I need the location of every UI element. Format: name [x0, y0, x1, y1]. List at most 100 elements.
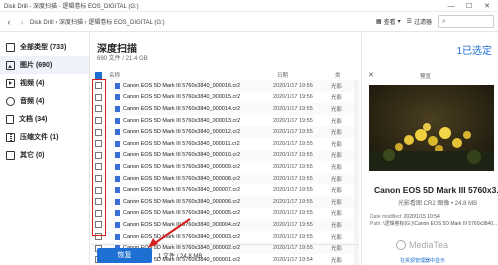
table-row[interactable]: Canon EOS 5D Mark III 5760x3840_000011.c… [91, 138, 359, 150]
minimize-button[interactable]: — [442, 0, 460, 12]
annotation-arrow-icon [148, 218, 191, 248]
file-icon [115, 233, 120, 240]
table-row[interactable]: Canon EOS 5D Mark III 5760x3840_000006.c… [91, 195, 359, 208]
image-icon [6, 60, 15, 70]
file-date: 2020/1/17 19:55 [273, 105, 313, 112]
preview-panel: 1已选定 ✕ 预览 Canon EOS 5D Mark III 5760x3..… [361, 33, 498, 265]
file-name: Canon EOS 5D Mark III 5760x3840_000015.c… [123, 94, 241, 101]
watermark: MediaTea [396, 238, 496, 252]
file-icon [115, 152, 120, 159]
file-name: Canon EOS 5D Mark III 5760x3840_000012.c… [123, 129, 241, 136]
watermark-logo-icon [396, 240, 406, 250]
meta-value: 2020/1/15 10:54 [403, 214, 440, 220]
file-type: 光影 [331, 176, 343, 183]
maximize-button[interactable]: ☐ [460, 0, 478, 12]
file-type: 光影 [331, 234, 343, 241]
column-name[interactable]: 名称 [105, 71, 277, 79]
table-row[interactable]: Canon EOS 5D Mark III 5760x3840_000007.c… [91, 184, 359, 196]
all-types-icon [6, 42, 15, 52]
sidebar-item-documents[interactable]: 文档 (34) [0, 110, 89, 128]
selected-count: 1已选定 [456, 46, 492, 57]
table-row[interactable]: Canon EOS 5D Mark III 5760x3840_000016.c… [91, 80, 359, 92]
file-list-panel: 深度扫描 690 文件 / 21.4 GB 名称 日期 类 Canon EOS … [91, 33, 359, 265]
file-icon [115, 117, 120, 124]
table-row[interactable]: Canon EOS 5D Mark III 5760x3840_000003.c… [91, 231, 359, 243]
file-date: 2020/1/17 19:55 [273, 140, 313, 147]
watermark-text: MediaTea [409, 240, 449, 250]
preview-header: 预览 [420, 74, 432, 80]
file-date: 2020/1/17 19:55 [273, 198, 313, 205]
column-date[interactable]: 日期 [277, 71, 335, 79]
other-icon [6, 150, 15, 160]
column-type[interactable]: 类 [335, 71, 359, 79]
forward-icon[interactable]: › [16, 17, 28, 27]
file-date: 2020/1/17 19:55 [273, 163, 313, 170]
file-icon [115, 129, 120, 136]
meta-key: Date modified: [370, 214, 403, 220]
search-input[interactable]: ⌕ [438, 15, 494, 28]
back-icon[interactable]: ‹ [2, 17, 16, 27]
table-row[interactable]: Canon EOS 5D Mark III 5760x3840_000005.c… [91, 208, 359, 220]
sidebar-item-label: 文档 (34) [19, 116, 48, 123]
file-date: 2020/1/17 19:55 [273, 221, 313, 228]
filter-label: 过滤器 [413, 20, 432, 26]
sidebar-item-archives[interactable]: 压缩文件 (1) [0, 128, 89, 146]
table-row[interactable]: Canon EOS 5D Mark III 5760x3840_000004.c… [91, 219, 359, 231]
video-icon [6, 78, 15, 88]
close-preview-icon[interactable]: ✕ [368, 71, 374, 79]
file-icon [115, 187, 120, 194]
footer-bar: 恢复 1 文件 / 24.8 MB [91, 244, 359, 265]
window-title: Disk Drill - 深度扫描 - 逻辑卷标 EOS_DIGITAL (G:… [4, 4, 139, 10]
select-all-checkbox[interactable] [94, 71, 102, 79]
sidebar-item-other[interactable]: 其它 (0) [0, 146, 89, 164]
table-row[interactable]: Canon EOS 5D Mark III 5760x3840_000010.c… [91, 149, 359, 162]
table-row[interactable]: Canon EOS 5D Mark III 5760x3840_000008.c… [91, 172, 359, 185]
sidebar-item-video[interactable]: 视频 (4) [0, 74, 89, 92]
checkbox-highlight-frame [92, 79, 106, 236]
show-in-explorer-link[interactable]: 在资源管理器中显示 [400, 257, 445, 264]
file-name: Canon EOS 5D Mark III 5760x3840_000009.c… [123, 163, 241, 170]
file-list: Canon EOS 5D Mark III 5760x3840_000016.c… [91, 80, 359, 265]
file-name: Canon EOS 5D Mark III 5760x3840_000013.c… [123, 117, 241, 124]
scan-summary: 690 文件 / 21.4 GB [97, 56, 148, 62]
window-controls: — ☐ ✕ [442, 0, 496, 12]
filter-icon: ☰ [406, 19, 412, 25]
table-row[interactable]: Canon EOS 5D Mark III 5760x3840_000015.c… [91, 92, 359, 104]
vertical-scrollbar[interactable] [354, 80, 359, 265]
table-row[interactable]: Canon EOS 5D Mark III 5760x3840_000009.c… [91, 161, 359, 173]
audio-icon [6, 96, 15, 106]
file-icon [115, 105, 120, 112]
file-type: 光影 [331, 130, 343, 137]
file-date: 2020/1/17 19:56 [273, 82, 313, 89]
file-name: Canon EOS 5D Mark III 5760x3840_000010.c… [123, 152, 241, 159]
toolbar: ‹ › Disk Drill › 深度扫描 › 逻辑卷标 EOS_DIGITAL… [0, 12, 498, 32]
sidebar-item-images[interactable]: 图片 (690) [0, 56, 89, 74]
file-icon [115, 221, 120, 228]
file-icon [115, 163, 120, 170]
sidebar-item-label: 全部类型 (733) [20, 44, 67, 51]
archive-icon [6, 132, 15, 142]
chevron-down-icon: ▾ [397, 19, 401, 25]
breadcrumb: Disk Drill › 深度扫描 › 逻辑卷标 EOS_DIGITAL (G:… [30, 20, 165, 26]
file-icon [115, 94, 120, 101]
view-menu-button[interactable]: ▦ 查看 ▾ [376, 17, 401, 26]
sidebar-item-all-types[interactable]: 全部类型 (733) [0, 38, 89, 56]
table-row[interactable]: Canon EOS 5D Mark III 5760x3840_000014.c… [91, 103, 359, 115]
sidebar-item-label: 图片 (690) [20, 62, 53, 69]
file-date: 2020/1/17 19:55 [273, 152, 313, 159]
file-type: 光影 [331, 106, 343, 113]
table-row[interactable]: Canon EOS 5D Mark III 5760x3840_000013.c… [91, 115, 359, 127]
table-row[interactable]: Canon EOS 5D Mark III 5760x3840_000012.c… [91, 126, 359, 138]
close-button[interactable]: ✕ [478, 0, 496, 12]
file-icon [115, 82, 120, 89]
view-label: 查看 [383, 20, 396, 26]
file-name: Canon EOS 5D Mark III 5760x3840_000006.c… [123, 198, 241, 205]
file-type: 光影 [331, 141, 343, 148]
sidebar-item-label: 其它 (0) [20, 152, 45, 159]
sidebar-item-audio[interactable]: 音频 (4) [0, 92, 89, 110]
file-type: 光影 [331, 211, 343, 218]
file-date: 2020/1/17 19:55 [273, 129, 313, 136]
filter-button[interactable]: ☰ 过滤器 [407, 17, 432, 26]
file-name: Canon EOS 5D Mark III 5760x3840_000014.c… [123, 105, 241, 112]
document-icon [6, 114, 14, 124]
